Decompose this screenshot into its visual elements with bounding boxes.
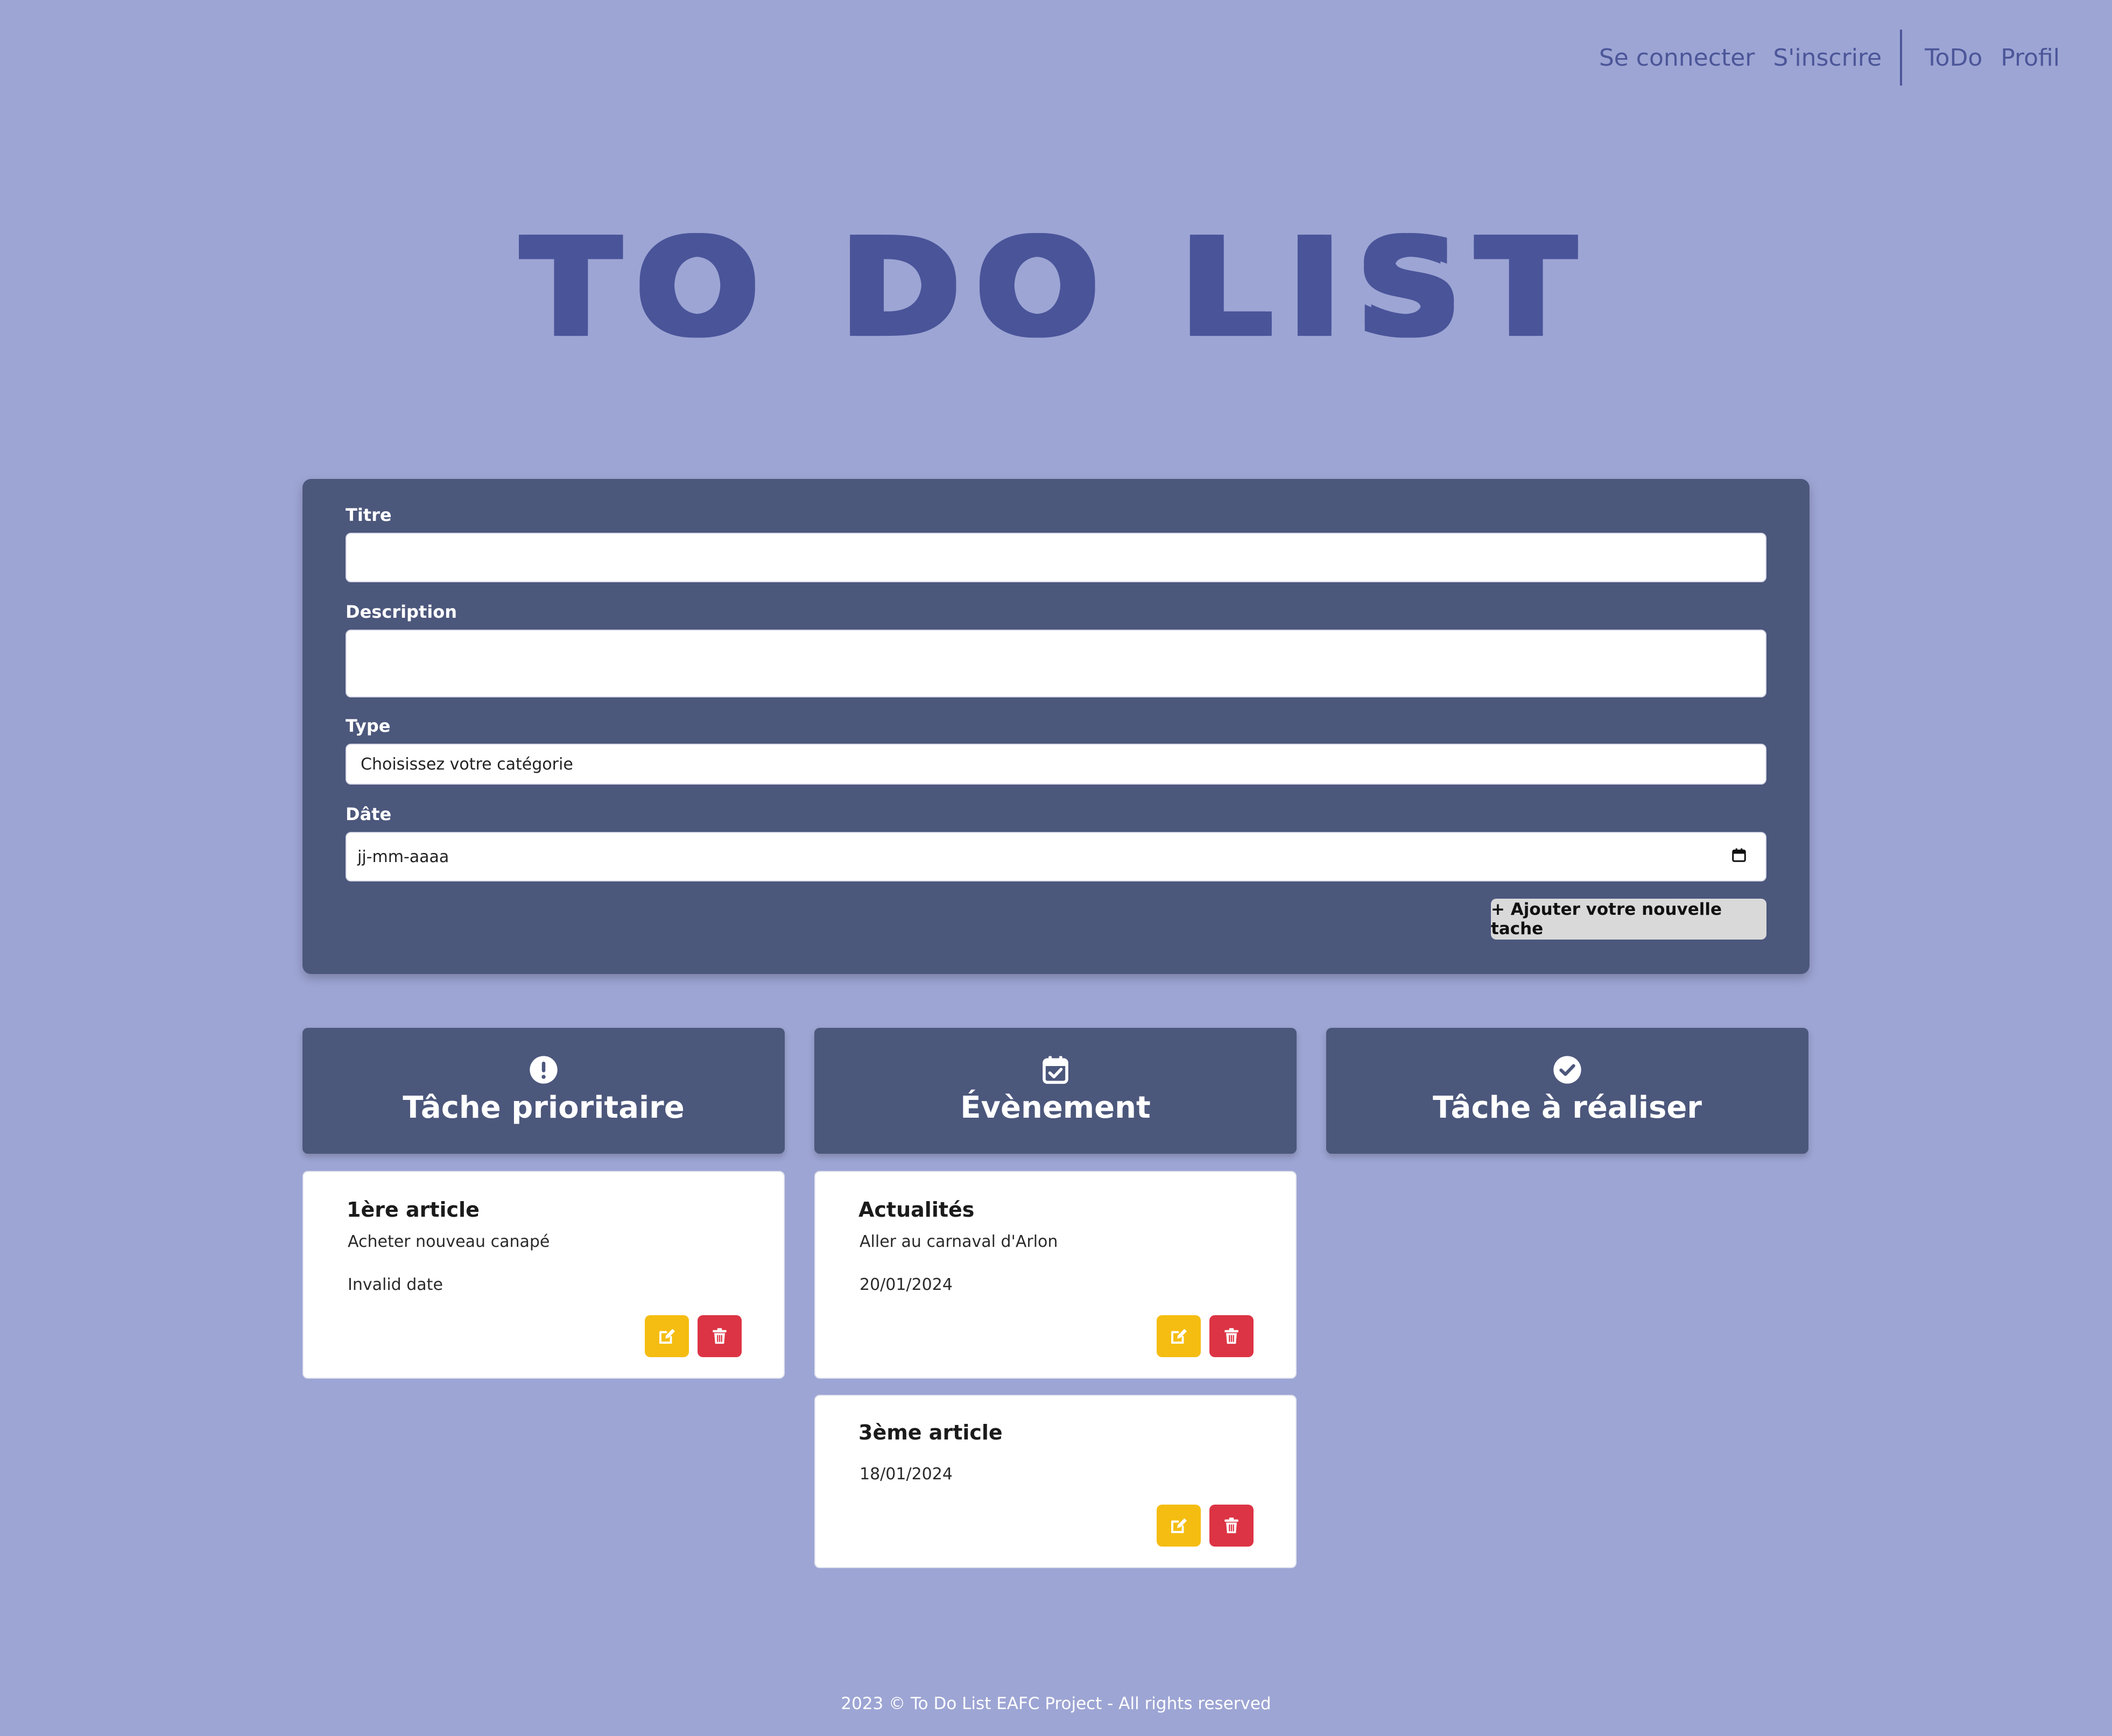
- title-label: Titre: [346, 505, 392, 525]
- exclamation-circle-icon: [530, 1056, 558, 1084]
- task-card: Actualités Aller au carnaval d'Arlon 20/…: [814, 1171, 1297, 1379]
- edit-task-button[interactable]: [1157, 1505, 1201, 1547]
- column-todo-header: Tâche à réaliser: [1326, 1028, 1808, 1154]
- task-card: 1ère article Acheter nouveau canapé Inva…: [302, 1171, 785, 1379]
- date-input[interactable]: jj-mm-aaaa: [346, 832, 1766, 881]
- edit-icon: [1171, 1329, 1187, 1344]
- task-card-description: Acheter nouveau canapé: [348, 1232, 550, 1251]
- nav-todo-link[interactable]: ToDo: [1925, 44, 1982, 72]
- add-task-button[interactable]: + Ajouter votre nouvelle tache: [1491, 899, 1766, 940]
- calendar-check-icon: [1043, 1056, 1068, 1084]
- task-card-date: Invalid date: [348, 1275, 443, 1294]
- column-event-header: Évènement: [814, 1028, 1297, 1154]
- top-nav: Se connecter S'inscrire ToDo Profil: [1581, 30, 2060, 86]
- task-card-date: 20/01/2024: [860, 1275, 953, 1294]
- description-label: Description: [346, 602, 457, 622]
- nav-register-link[interactable]: S'inscrire: [1773, 44, 1882, 72]
- edit-icon: [659, 1329, 675, 1344]
- edit-icon: [1171, 1518, 1187, 1533]
- nav-profile-link[interactable]: Profil: [2001, 44, 2060, 72]
- check-circle-icon: [1553, 1056, 1581, 1084]
- description-textarea[interactable]: [346, 630, 1766, 697]
- app-title: To Do List: [521, 211, 1591, 364]
- column-event-title: Évènement: [960, 1090, 1151, 1125]
- trash-icon: [1224, 1518, 1238, 1534]
- date-placeholder: jj-mm-aaaa: [357, 847, 449, 866]
- column-priority-header: Tâche prioritaire: [302, 1028, 785, 1154]
- trash-icon: [713, 1328, 727, 1344]
- task-card-date: 18/01/2024: [860, 1465, 953, 1484]
- edit-task-button[interactable]: [645, 1315, 689, 1357]
- delete-task-button[interactable]: [698, 1315, 742, 1357]
- task-form: Titre Description Type Choisissez votre …: [302, 479, 1810, 974]
- type-select-value: Choisissez votre catégorie: [361, 754, 573, 774]
- nav-divider: [1900, 30, 1903, 86]
- title-input[interactable]: [346, 533, 1766, 582]
- task-card-title: 3ème article: [858, 1421, 1003, 1444]
- header: To Do List: [0, 215, 2112, 361]
- type-select[interactable]: Choisissez votre catégorie: [346, 744, 1766, 785]
- column-todo-title: Tâche à réaliser: [1432, 1090, 1702, 1125]
- type-label: Type: [346, 716, 391, 736]
- column-priority-title: Tâche prioritaire: [403, 1090, 685, 1125]
- date-label: Dâte: [346, 804, 392, 824]
- calendar-picker-icon[interactable]: [1731, 847, 1747, 863]
- delete-task-button[interactable]: [1209, 1315, 1254, 1357]
- trash-icon: [1224, 1328, 1238, 1344]
- edit-task-button[interactable]: [1157, 1315, 1201, 1357]
- task-card: 3ème article 18/01/2024: [814, 1395, 1297, 1568]
- task-card-description: Aller au carnaval d'Arlon: [860, 1232, 1058, 1251]
- delete-task-button[interactable]: [1209, 1505, 1254, 1547]
- task-card-title: 1ère article: [347, 1198, 480, 1222]
- task-card-title: Actualités: [858, 1198, 975, 1222]
- nav-login-link[interactable]: Se connecter: [1599, 44, 1755, 72]
- footer-copyright: 2023 © To Do List EAFC Project - All rig…: [841, 1694, 1271, 1713]
